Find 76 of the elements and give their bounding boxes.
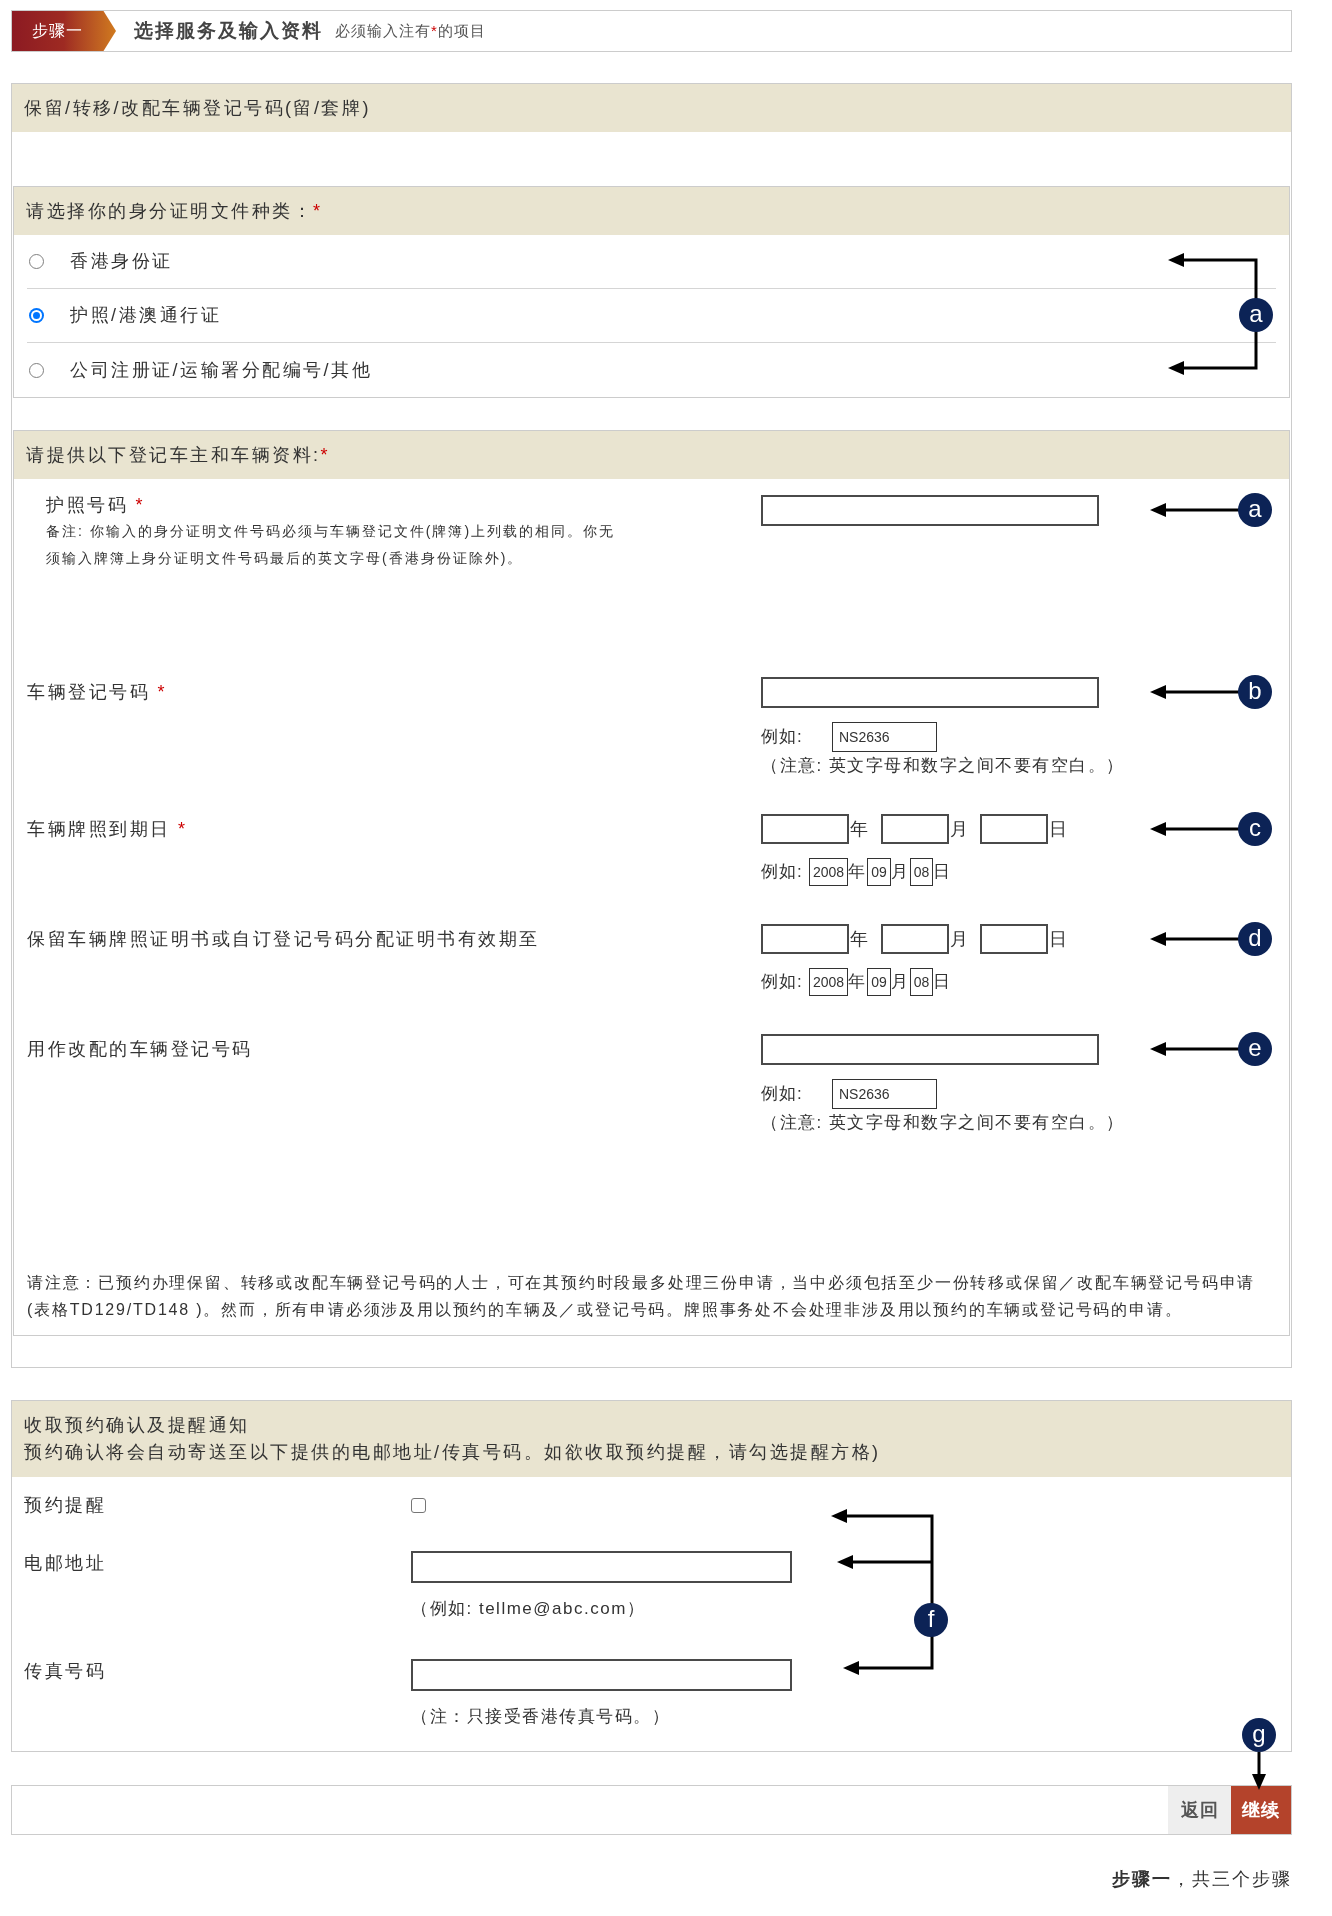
format-hint: （注：只接受香港传真号码。）: [411, 1706, 670, 1728]
input-field[interactable]: [761, 495, 1099, 526]
input-field[interactable]: [761, 677, 1099, 708]
step-progress-text: 步骤一，共三个步骤: [1112, 1868, 1292, 1891]
date-unit-label: 年: [848, 971, 868, 994]
date-unit-label: 月: [890, 861, 910, 884]
example-value: NS2636: [832, 1079, 937, 1109]
example-value: 09: [867, 968, 891, 996]
date-unit-label: 年: [850, 817, 871, 841]
field-label: 预约提醒: [24, 1495, 106, 1515]
example-label: 例如:: [761, 1083, 804, 1106]
step-indicator: 步骤一: [12, 11, 116, 51]
callout-marker: a: [1239, 298, 1273, 332]
field-label: 用作改配的车辆登记号码: [27, 1039, 253, 1059]
field-label: 传真号码: [24, 1661, 106, 1681]
section-subtitle: 预约确认将会自动寄送至以下提供的电邮地址/传真号码。如欲收取预约提醒，请勾选提醒方格): [24, 1441, 881, 1464]
date-unit-label: 月: [949, 817, 970, 841]
date-unit-label: 日: [1049, 927, 1070, 951]
field-label: 车辆牌照到期日 *: [27, 819, 188, 839]
date-unit-label: 年: [850, 927, 871, 951]
example-value: 09: [867, 858, 891, 886]
section-header: 保留/转移/改配车辆登记号码(留/套牌): [12, 84, 1291, 132]
example-value: 08: [909, 858, 934, 886]
example-value: 2008: [809, 968, 849, 996]
format-hint: （注意: 英文字母和数字之间不要有空白。）: [761, 1112, 1125, 1134]
date-input-field[interactable]: [880, 924, 949, 954]
radio-label: 护照/港澳通行证: [70, 304, 221, 327]
date-unit-label: 月: [890, 971, 910, 994]
callout-marker: g: [1242, 1718, 1276, 1752]
checkbox[interactable]: [411, 1498, 426, 1513]
input-field[interactable]: [411, 1551, 792, 1583]
field-label: 保留车辆牌照证明书或自订登记号码分配证明书有效期至: [27, 929, 540, 949]
date-unit-label: 日: [933, 971, 953, 994]
date-input-field[interactable]: [761, 814, 849, 844]
example-value: 08: [909, 968, 934, 996]
callout-marker: a: [1238, 493, 1272, 527]
format-hint: （注意: 英文字母和数字之间不要有空白。）: [761, 755, 1125, 777]
date-unit-label: 日: [933, 861, 953, 884]
section-title: 收取预约确认及提醒通知: [24, 1414, 250, 1437]
radio-button[interactable]: [29, 362, 44, 378]
field-note: 备注: 你输入的身分证明文件号码必须与车辆登记文件(牌簿)上列载的相同。你无须输入牌簿上身分证明文件号码最后的英文字母(香港身份证除外)。: [46, 522, 617, 568]
callout-marker: c: [1238, 812, 1272, 846]
callout-marker: b: [1238, 675, 1272, 709]
field-label: 电邮地址: [24, 1553, 106, 1573]
continue-button[interactable]: 继续: [1231, 1786, 1291, 1834]
date-input-field[interactable]: [980, 814, 1048, 844]
example-value: 2008: [809, 858, 849, 886]
input-field[interactable]: [761, 1034, 1099, 1065]
date-unit-label: 年: [848, 861, 868, 884]
section-header: 请提供以下登记车主和车辆资料:*: [14, 431, 1289, 479]
callout-marker: e: [1238, 1032, 1272, 1066]
back-button[interactable]: 返回: [1168, 1786, 1231, 1834]
callout-arrow: [1251, 1752, 1267, 1790]
radio-button[interactable]: [29, 254, 44, 269]
required-hint: 必须输入注有*的项目: [335, 20, 486, 41]
date-input-field[interactable]: [761, 924, 849, 954]
date-unit-label: 月: [949, 927, 970, 951]
radio-label: 香港身份证: [70, 250, 173, 273]
example-label: 例如:: [761, 971, 804, 994]
section-header: 请选择你的身分证明文件种类：*: [14, 187, 1289, 235]
example-label: 例如:: [761, 861, 804, 884]
format-hint: （例如: tellme@abc.com）: [411, 1598, 646, 1620]
page-title: 选择服务及输入资料: [134, 18, 323, 43]
notice-text: 请注意：已预约办理保留、转移或改配车辆登记号码的人士，可在其预约时段最多处理三份申请，当中必须包括至少一份转移或保留／改配车辆登记号码申请(表格TD129/TD148 )。然而，所有申请必须涉及用以预约的车辆及／或登记号码。牌照事务处不会处理非涉及用以预约的车辆或登记号码的申请。: [27, 1273, 1257, 1320]
example-value: NS2636: [832, 722, 937, 752]
callout-marker: f: [914, 1603, 948, 1637]
date-input-field[interactable]: [880, 814, 949, 844]
date-input-field[interactable]: [980, 924, 1048, 954]
date-unit-label: 日: [1049, 817, 1070, 841]
callout-marker: d: [1238, 922, 1272, 956]
field-label: 护照号码 *: [46, 495, 146, 515]
radio-label: 公司注册证/运输署分配编号/其他: [70, 358, 372, 382]
radio-button[interactable]: [29, 308, 44, 323]
example-label: 例如:: [761, 726, 804, 749]
input-field[interactable]: [411, 1659, 792, 1691]
field-label: 车辆登记号码 *: [27, 682, 168, 702]
